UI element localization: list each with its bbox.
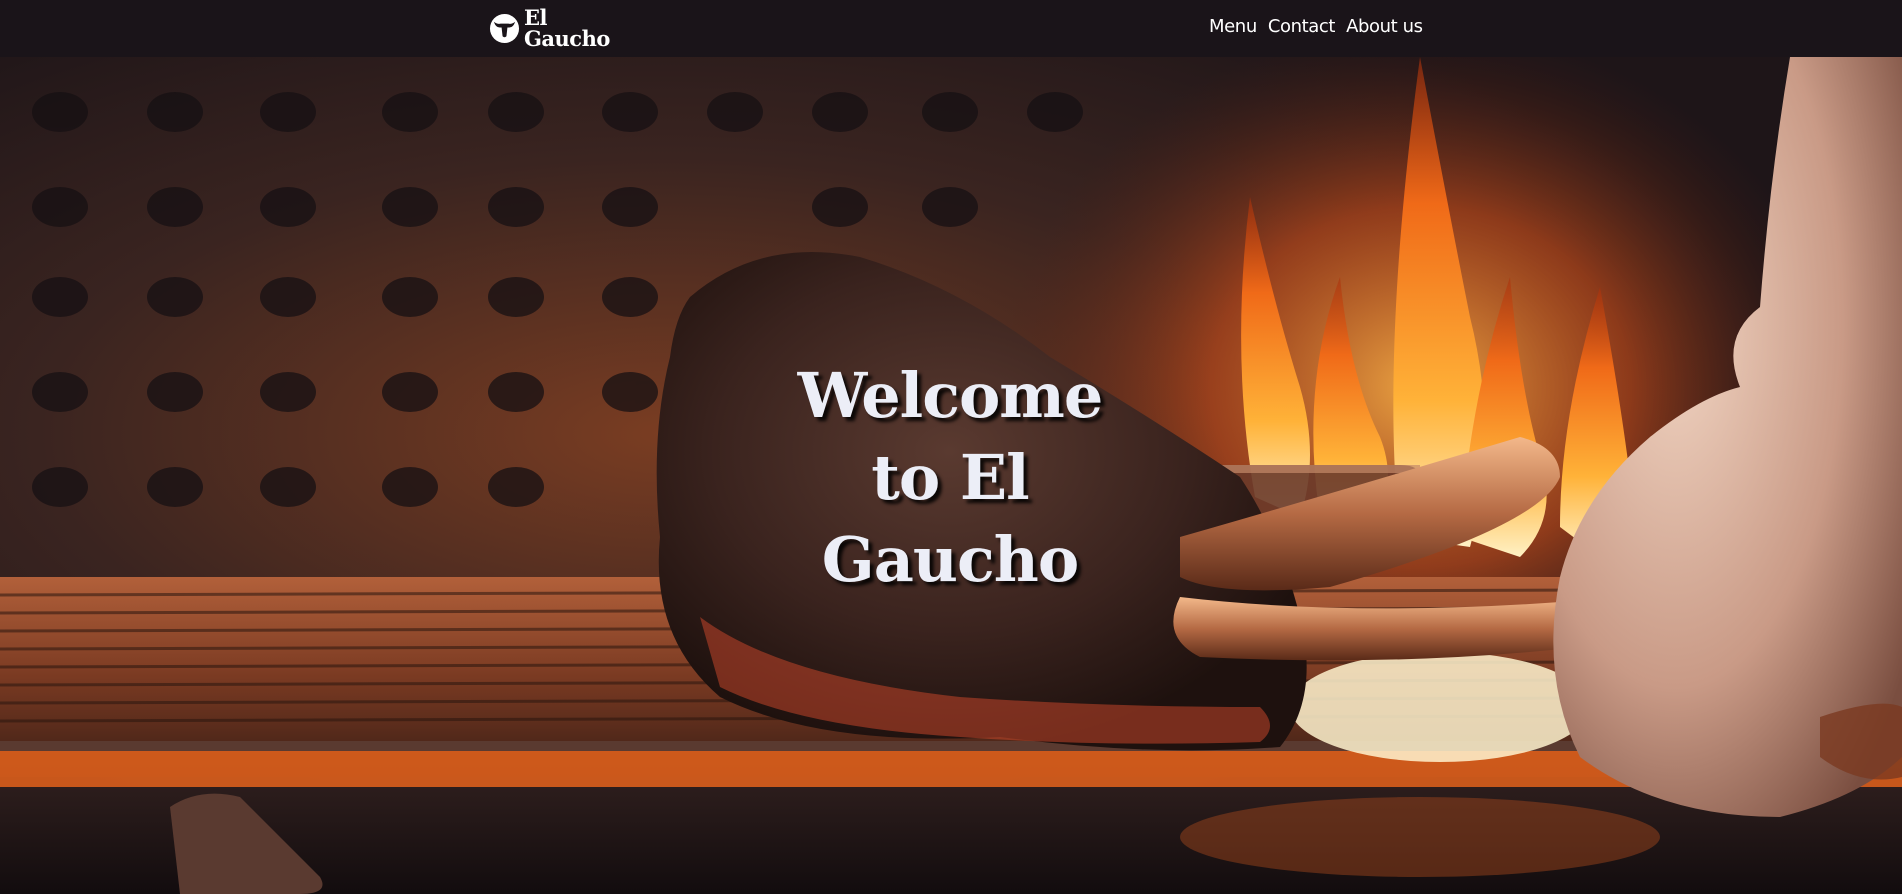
hero-title-line1: Welcome (797, 359, 1104, 432)
nav-link-menu[interactable]: Menu (1209, 15, 1257, 39)
nav-link-about-us[interactable]: About us (1346, 15, 1423, 39)
brand-name-line1: El (524, 5, 547, 30)
nav-link-contact[interactable]: Contact (1268, 15, 1336, 39)
brand-logo-link[interactable]: El Gaucho (489, 4, 610, 52)
hero-title-line3: Gaucho (821, 523, 1079, 596)
page: El Gaucho Menu Contact About us Welcome … (0, 0, 1902, 895)
brand-name-line2: Gaucho (524, 26, 610, 51)
steer-head-icon (489, 13, 520, 43)
brand-name: El Gaucho (524, 7, 610, 49)
hero-title: Welcome to El Gaucho (700, 355, 1200, 601)
main-nav: Menu Contact About us (1209, 15, 1423, 39)
navbar: El Gaucho Menu Contact About us (0, 0, 1902, 57)
hero-section: Welcome to El Gaucho (0, 57, 1902, 894)
hero-title-line2: to El (871, 441, 1029, 514)
